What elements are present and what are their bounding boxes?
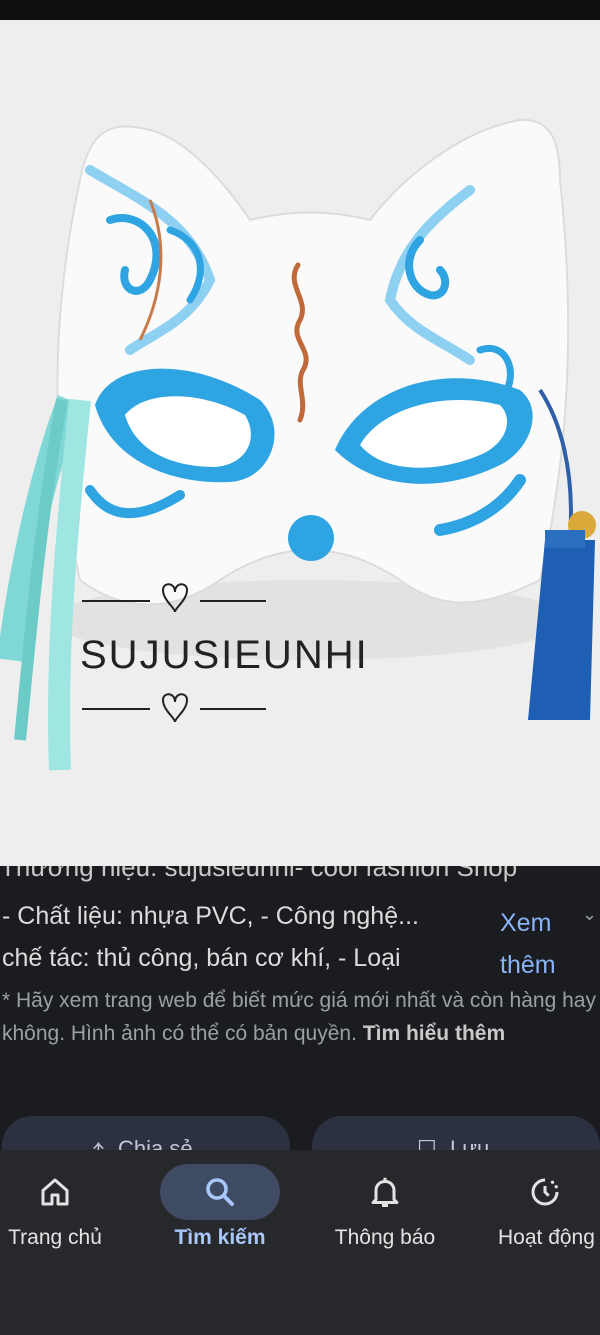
see-more-label-1: Xem [500, 909, 552, 937]
nav-search[interactable]: Tìm kiếm [160, 1150, 280, 1270]
learn-more-link[interactable]: Tìm hiểu thêm [363, 1022, 505, 1045]
description-line-1: - Chất liệu: nhựa PVC, - Công nghệ... [2, 902, 419, 930]
nav-activity[interactable]: Hoạt động [490, 1150, 600, 1270]
product-image[interactable]: SUJUSIEUNHI [0, 20, 600, 866]
nav-home[interactable]: Trang chủ [0, 1150, 110, 1270]
nav-notifications-label: Thông báo [334, 1226, 436, 1249]
bell-icon [325, 1164, 445, 1220]
nav-activity-label: Hoạt động [498, 1226, 595, 1249]
disclaimer-note: * Hãy xem trang web để biết mức giá mới … [2, 984, 600, 1050]
product-description: Thương hiệu: sujusieunhi- cool fashion S… [0, 866, 600, 1156]
history-icon [490, 1164, 600, 1220]
chevron-down-icon[interactable]: ⌄ [582, 904, 597, 925]
status-bar [0, 0, 600, 20]
bottom-navigation: Trang chủ Tìm kiếm Thông báo Hoạt động [0, 1150, 600, 1335]
search-icon [160, 1164, 280, 1220]
nav-search-label: Tìm kiếm [174, 1226, 266, 1249]
watermark-text: SUJUSIEUNHI [80, 633, 369, 677]
disclaimer-text: * Hãy xem trang web để biết mức giá mới … [2, 989, 596, 1045]
nav-home-label: Trang chủ [8, 1226, 102, 1249]
nav-notifications[interactable]: Thông báo [325, 1150, 445, 1270]
see-more-label-2: thêm [500, 951, 556, 979]
home-icon [0, 1164, 115, 1220]
see-more-link[interactable]: Xem thêm [500, 902, 556, 986]
description-cut-line: Thương hiệu: sujusieunhi- cool fashion S… [0, 866, 518, 882]
cat-mask-illustration: SUJUSIEUNHI [0, 20, 600, 866]
description-line-2: chế tác: thủ công, bán cơ khí, - Loại [2, 944, 401, 972]
